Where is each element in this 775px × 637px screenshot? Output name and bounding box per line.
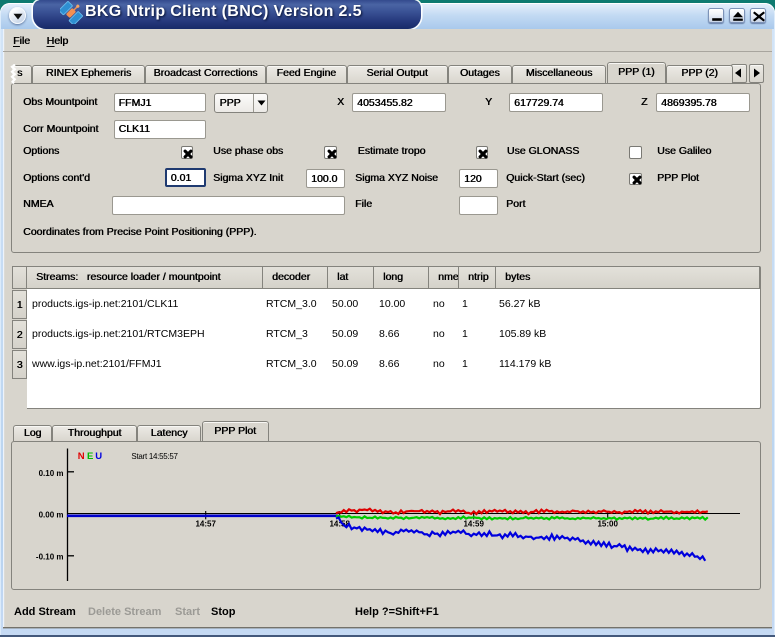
svg-text:15:00: 15:00	[597, 519, 618, 528]
svg-text:N: N	[78, 450, 85, 461]
svg-text:U: U	[95, 450, 102, 461]
svg-text:0.00 m: 0.00 m	[39, 510, 64, 519]
svg-text:0.10 m: 0.10 m	[39, 469, 64, 478]
svg-text:E: E	[87, 450, 93, 461]
svg-text:-0.10 m: -0.10 m	[36, 552, 64, 561]
svg-text:14:59: 14:59	[463, 519, 484, 528]
svg-text:Start 14:55:57: Start 14:55:57	[131, 451, 178, 460]
svg-text:14:57: 14:57	[195, 519, 216, 528]
